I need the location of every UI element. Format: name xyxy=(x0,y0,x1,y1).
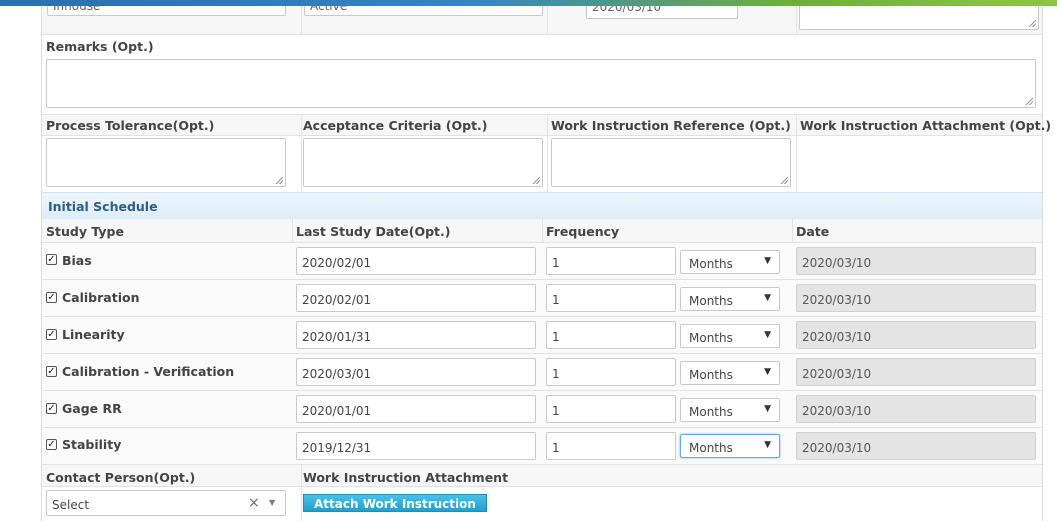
wi-attachment-opt-label: Work Instruction Attachment (Opt.) xyxy=(800,118,1052,133)
divider xyxy=(42,34,1042,35)
divider xyxy=(42,135,1042,136)
date-input: 2020/03/10 xyxy=(796,432,1036,460)
date-header: Date xyxy=(796,224,830,239)
checkbox-icon[interactable]: ✓ xyxy=(46,439,57,450)
contact-person-value: Select xyxy=(52,498,90,512)
top-accent-bar xyxy=(0,0,1057,6)
checkbox-icon[interactable]: ✓ xyxy=(46,403,57,414)
process-tolerance-label: Process Tolerance(Opt.) xyxy=(46,118,215,133)
frequency-unit-value: Months xyxy=(689,368,733,382)
frequency-unit-value: Months xyxy=(689,331,733,345)
triangle-down-icon: ▼ xyxy=(764,293,771,303)
study-type-label: Bias xyxy=(62,253,92,268)
clear-icon[interactable]: × xyxy=(248,495,260,511)
frequency-unit-value: Months xyxy=(689,257,733,271)
resize-grip-icon[interactable] xyxy=(533,177,540,184)
chevron-down-icon: ▼ xyxy=(269,498,276,507)
frequency-unit-select[interactable]: Months ▼ xyxy=(680,250,780,274)
frequency-header: Frequency xyxy=(546,224,620,239)
frequency-input[interactable]: 1 xyxy=(546,247,676,275)
frequency-unit-select[interactable]: Months ▼ xyxy=(680,434,780,458)
last-study-date-input[interactable]: 2020/02/01 xyxy=(296,247,536,275)
last-study-date-input[interactable]: 2020/02/01 xyxy=(296,284,536,312)
last-study-date-input[interactable]: 2019/12/31 xyxy=(296,432,536,460)
triangle-down-icon: ▼ xyxy=(764,440,771,450)
frequency-input[interactable]: 1 xyxy=(546,358,676,386)
study-type-label: Stability xyxy=(62,437,122,452)
study-type-label: Gage RR xyxy=(62,401,122,416)
study-type-label: Linearity xyxy=(62,327,125,342)
frequency-unit-value: Months xyxy=(689,405,733,419)
divider xyxy=(547,115,548,192)
checkbox-icon[interactable]: ✓ xyxy=(46,254,57,265)
initial-schedule-title: Initial Schedule xyxy=(48,199,158,214)
frequency-unit-value: Months xyxy=(689,441,733,455)
attach-work-instruction-button[interactable]: Attach Work Instruction xyxy=(303,494,487,512)
resize-grip-icon[interactable] xyxy=(1029,20,1036,27)
date-input: 2020/03/10 xyxy=(796,321,1036,349)
process-tolerance-textarea[interactable] xyxy=(46,138,286,187)
contact-person-select[interactable]: Select × ▼ xyxy=(46,490,286,516)
divider xyxy=(796,115,797,192)
last-study-date-input[interactable]: 2020/01/01 xyxy=(296,395,536,423)
remarks-label: Remarks (Opt.) xyxy=(46,39,154,54)
wi-reference-label: Work Instruction Reference (Opt.) xyxy=(551,118,791,133)
frequency-input[interactable]: 1 xyxy=(546,284,676,312)
date-input: 2020/03/10 xyxy=(796,284,1036,312)
acceptance-criteria-textarea[interactable] xyxy=(303,138,543,187)
last-study-date-input[interactable]: 2020/03/01 xyxy=(296,358,536,386)
study-type-label: Calibration xyxy=(62,290,140,305)
resize-grip-icon[interactable] xyxy=(781,177,788,184)
divider xyxy=(301,115,302,192)
form-panel: Inhouse Active 2020/03/10 Remarks (Opt.)… xyxy=(41,0,1051,521)
date-input: 2020/03/10 xyxy=(796,247,1036,275)
acceptance-criteria-label: Acceptance Criteria (Opt.) xyxy=(303,118,488,133)
resize-grip-icon[interactable] xyxy=(1026,98,1033,105)
wi-attachment-label: Work Instruction Attachment xyxy=(303,470,509,485)
frequency-unit-select[interactable]: Months ▼ xyxy=(680,361,780,385)
study-type-header: Study Type xyxy=(46,224,124,239)
wi-reference-textarea[interactable] xyxy=(551,138,791,187)
triangle-down-icon: ▼ xyxy=(764,256,771,266)
divider xyxy=(42,486,1042,487)
frequency-unit-select[interactable]: Months ▼ xyxy=(680,287,780,311)
triangle-down-icon: ▼ xyxy=(764,330,771,340)
resize-grip-icon[interactable] xyxy=(276,177,283,184)
checkbox-icon[interactable]: ✓ xyxy=(46,292,57,303)
date-input: 2020/03/10 xyxy=(796,358,1036,386)
last-study-date-input[interactable]: 2020/01/31 xyxy=(296,321,536,349)
initial-schedule-section: Initial Schedule xyxy=(42,192,1042,220)
triangle-down-icon: ▼ xyxy=(764,367,771,377)
contact-person-label: Contact Person(Opt.) xyxy=(46,470,196,485)
remarks-textarea[interactable] xyxy=(46,59,1036,108)
frequency-input[interactable]: 1 xyxy=(546,321,676,349)
frequency-unit-select[interactable]: Months ▼ xyxy=(680,324,780,348)
frequency-unit-select[interactable]: Months ▼ xyxy=(680,398,780,422)
study-type-label: Calibration - Verification xyxy=(62,364,235,379)
frequency-input[interactable]: 1 xyxy=(546,395,676,423)
divider xyxy=(301,465,302,521)
frequency-unit-value: Months xyxy=(689,294,733,308)
checkbox-icon[interactable]: ✓ xyxy=(46,366,57,377)
date-input: 2020/03/10 xyxy=(796,395,1036,423)
frequency-input[interactable]: 1 xyxy=(546,432,676,460)
checkbox-icon[interactable]: ✓ xyxy=(46,329,57,340)
triangle-down-icon: ▼ xyxy=(764,404,771,414)
last-study-date-header: Last Study Date(Opt.) xyxy=(296,224,451,239)
